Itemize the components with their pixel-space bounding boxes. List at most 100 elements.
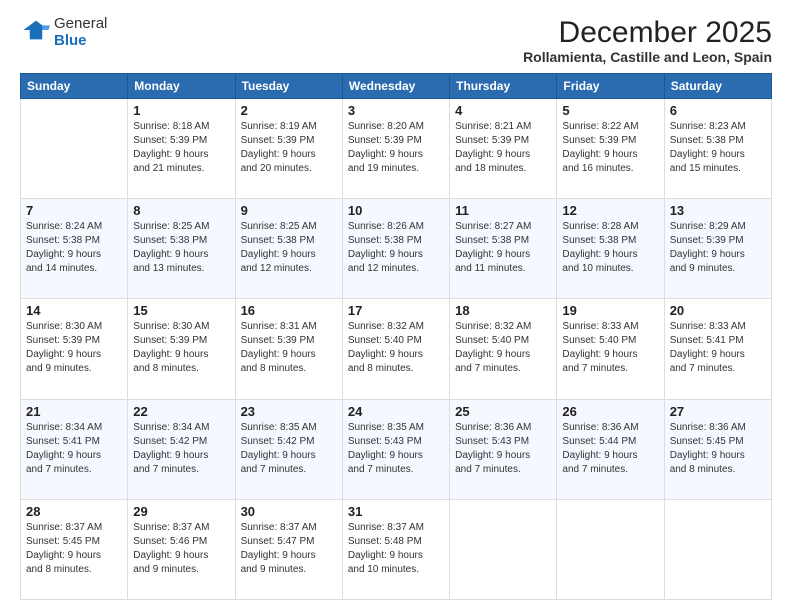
page: General Blue December 2025 Rollamienta, … — [0, 0, 792, 612]
calendar-cell: 21 Sunrise: 8:34 AMSunset: 5:41 PMDayligh… — [21, 399, 128, 499]
calendar-cell: 2Sunrise: 8:19 AMSunset: 5:39 PMDaylight… — [235, 99, 342, 199]
calendar-week-4: 21 Sunrise: 8:34 AMSunset: 5:41 PMDayligh… — [21, 399, 772, 499]
cell-details: Sunrise: 8:22 AMSunset: 5:39 PMDaylight:… — [562, 120, 658, 176]
calendar-week-2: 7Sunrise: 8:24 AMSunset: 5:38 PMDaylight… — [21, 199, 772, 299]
logo: General Blue — [20, 16, 107, 49]
calendar-header-wednesday: Wednesday — [342, 74, 449, 99]
day-number: 22 — [133, 404, 229, 419]
day-number: 11 — [455, 203, 551, 218]
subtitle: Rollamienta, Castille and Leon, Spain — [523, 49, 772, 65]
cell-details: Sunrise: 8:21 AMSunset: 5:39 PMDaylight:… — [455, 120, 551, 176]
cell-details: Sunrise: 8:32 AMSunset: 5:40 PMDaylight:… — [455, 320, 551, 376]
day-number: 25 — [455, 404, 551, 419]
day-number: 2 — [241, 103, 337, 118]
calendar-cell: 3Sunrise: 8:20 AMSunset: 5:39 PMDaylight… — [342, 99, 449, 199]
calendar-cell: 13 Sunrise: 8:29 AMSunset: 5:39 PMDayligh… — [664, 199, 771, 299]
cell-details: Sunrise: 8:29 AMSunset: 5:39 PMDaylight:… — [670, 220, 766, 276]
calendar-cell: 29 Sunrise: 8:37 AMSunset: 5:46 PMDayligh… — [128, 499, 235, 599]
day-number: 13 — [670, 203, 766, 218]
calendar-cell: 10 Sunrise: 8:26 AMSunset: 5:38 PMDayligh… — [342, 199, 449, 299]
calendar-week-3: 14 Sunrise: 8:30 AMSunset: 5:39 PMDayligh… — [21, 299, 772, 399]
cell-details: Sunrise: 8:30 AMSunset: 5:39 PMDaylight:… — [133, 320, 229, 376]
calendar-cell: 24Sunrise: 8:35 AMSunset: 5:43 PMDayligh… — [342, 399, 449, 499]
calendar-cell: 7Sunrise: 8:24 AMSunset: 5:38 PMDaylight… — [21, 199, 128, 299]
calendar-cell: 22Sunrise: 8:34 AMSunset: 5:42 PMDayligh… — [128, 399, 235, 499]
day-number: 3 — [348, 103, 444, 118]
calendar-cell: 5 Sunrise: 8:22 AMSunset: 5:39 PMDaylight… — [557, 99, 664, 199]
cell-details: Sunrise: 8:18 AMSunset: 5:39 PMDaylight:… — [133, 120, 229, 176]
logo-text: General Blue — [54, 16, 107, 49]
calendar-header-tuesday: Tuesday — [235, 74, 342, 99]
day-number: 16 — [241, 303, 337, 318]
day-number: 28 — [26, 504, 122, 519]
day-number: 18 — [455, 303, 551, 318]
cell-details: Sunrise: 8:26 AMSunset: 5:38 PMDaylight:… — [348, 220, 444, 276]
day-number: 5 — [562, 103, 658, 118]
calendar-cell: 1 Sunrise: 8:18 AMSunset: 5:39 PMDaylight… — [128, 99, 235, 199]
day-number: 6 — [670, 103, 766, 118]
cell-details: Sunrise: 8:32 AMSunset: 5:40 PMDaylight:… — [348, 320, 444, 376]
calendar-cell — [450, 499, 557, 599]
calendar-cell — [664, 499, 771, 599]
cell-details: Sunrise: 8:37 AMSunset: 5:48 PMDaylight:… — [348, 521, 444, 577]
cell-details: Sunrise: 8:37 AMSunset: 5:45 PMDaylight:… — [26, 521, 122, 577]
title-block: December 2025 Rollamienta, Castille and … — [523, 16, 772, 65]
day-number: 14 — [26, 303, 122, 318]
cell-details: Sunrise: 8:31 AMSunset: 5:39 PMDaylight:… — [241, 320, 337, 376]
day-number: 21 — [26, 404, 122, 419]
calendar-cell: 9 Sunrise: 8:25 AMSunset: 5:38 PMDaylight… — [235, 199, 342, 299]
day-number: 4 — [455, 103, 551, 118]
day-number: 23 — [241, 404, 337, 419]
day-number: 12 — [562, 203, 658, 218]
calendar-week-5: 28 Sunrise: 8:37 AMSunset: 5:45 PMDayligh… — [21, 499, 772, 599]
calendar-cell: 27 Sunrise: 8:36 AMSunset: 5:45 PMDayligh… — [664, 399, 771, 499]
day-number: 29 — [133, 504, 229, 519]
calendar-cell: 17 Sunrise: 8:32 AMSunset: 5:40 PMDayligh… — [342, 299, 449, 399]
calendar-cell: 25 Sunrise: 8:36 AMSunset: 5:43 PMDayligh… — [450, 399, 557, 499]
calendar-cell: 6 Sunrise: 8:23 AMSunset: 5:38 PMDaylight… — [664, 99, 771, 199]
day-number: 19 — [562, 303, 658, 318]
calendar-cell — [557, 499, 664, 599]
calendar-cell: 20Sunrise: 8:33 AMSunset: 5:41 PMDayligh… — [664, 299, 771, 399]
calendar-cell: 19 Sunrise: 8:33 AMSunset: 5:40 PMDayligh… — [557, 299, 664, 399]
day-number: 20 — [670, 303, 766, 318]
logo-icon — [22, 19, 50, 41]
calendar-cell: 16 Sunrise: 8:31 AMSunset: 5:39 PMDayligh… — [235, 299, 342, 399]
cell-details: Sunrise: 8:34 AMSunset: 5:41 PMDaylight:… — [26, 421, 122, 477]
cell-details: Sunrise: 8:23 AMSunset: 5:38 PMDaylight:… — [670, 120, 766, 176]
calendar-week-1: 1 Sunrise: 8:18 AMSunset: 5:39 PMDaylight… — [21, 99, 772, 199]
calendar-header-row: SundayMondayTuesdayWednesdayThursdayFrid… — [21, 74, 772, 99]
cell-details: Sunrise: 8:36 AMSunset: 5:43 PMDaylight:… — [455, 421, 551, 477]
cell-details: Sunrise: 8:35 AMSunset: 5:42 PMDaylight:… — [241, 421, 337, 477]
calendar-cell: 11 Sunrise: 8:27 AMSunset: 5:38 PMDayligh… — [450, 199, 557, 299]
day-number: 1 — [133, 103, 229, 118]
day-number: 10 — [348, 203, 444, 218]
day-number: 7 — [26, 203, 122, 218]
cell-details: Sunrise: 8:25 AMSunset: 5:38 PMDaylight:… — [133, 220, 229, 276]
cell-details: Sunrise: 8:36 AMSunset: 5:45 PMDaylight:… — [670, 421, 766, 477]
header: General Blue December 2025 Rollamienta, … — [20, 16, 772, 65]
day-number: 9 — [241, 203, 337, 218]
cell-details: Sunrise: 8:36 AMSunset: 5:44 PMDaylight:… — [562, 421, 658, 477]
day-number: 24 — [348, 404, 444, 419]
cell-details: Sunrise: 8:37 AMSunset: 5:46 PMDaylight:… — [133, 521, 229, 577]
calendar-cell: 23 Sunrise: 8:35 AMSunset: 5:42 PMDayligh… — [235, 399, 342, 499]
day-number: 27 — [670, 404, 766, 419]
cell-details: Sunrise: 8:25 AMSunset: 5:38 PMDaylight:… — [241, 220, 337, 276]
calendar-cell: 28 Sunrise: 8:37 AMSunset: 5:45 PMDayligh… — [21, 499, 128, 599]
calendar-body: 1 Sunrise: 8:18 AMSunset: 5:39 PMDaylight… — [21, 99, 772, 600]
day-number: 17 — [348, 303, 444, 318]
calendar-cell: 15Sunrise: 8:30 AMSunset: 5:39 PMDayligh… — [128, 299, 235, 399]
calendar-header-friday: Friday — [557, 74, 664, 99]
calendar-cell: 12Sunrise: 8:28 AMSunset: 5:38 PMDayligh… — [557, 199, 664, 299]
calendar-cell: 30Sunrise: 8:37 AMSunset: 5:47 PMDayligh… — [235, 499, 342, 599]
cell-details: Sunrise: 8:33 AMSunset: 5:40 PMDaylight:… — [562, 320, 658, 376]
calendar-cell: 31Sunrise: 8:37 AMSunset: 5:48 PMDayligh… — [342, 499, 449, 599]
main-title: December 2025 — [523, 16, 772, 49]
day-number: 26 — [562, 404, 658, 419]
cell-details: Sunrise: 8:30 AMSunset: 5:39 PMDaylight:… — [26, 320, 122, 376]
calendar-cell: 4 Sunrise: 8:21 AMSunset: 5:39 PMDaylight… — [450, 99, 557, 199]
calendar-header-sunday: Sunday — [21, 74, 128, 99]
calendar-header-monday: Monday — [128, 74, 235, 99]
cell-details: Sunrise: 8:27 AMSunset: 5:38 PMDaylight:… — [455, 220, 551, 276]
